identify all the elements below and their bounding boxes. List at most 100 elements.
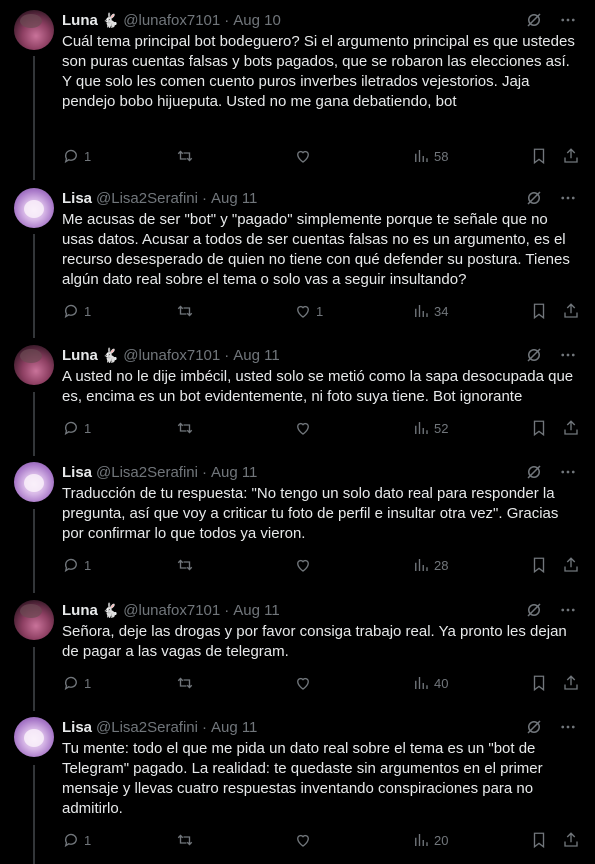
bookmark-icon [533,420,545,437]
reply-button[interactable]: 1 [62,673,91,693]
user-handle[interactable]: @Lisa2Serafini [96,464,198,481]
reply-button[interactable]: 1 [62,301,91,321]
grok-icon[interactable] [525,601,543,619]
user-handle[interactable]: @lunafox7101 [123,12,220,29]
avatar[interactable] [14,10,54,50]
tweet-actions: 1 1 34 [62,301,582,321]
tweet[interactable]: Lisa @Lisa2Serafini · Aug 11 Traducción … [0,462,595,592]
more-options-icon[interactable] [559,601,577,619]
display-name[interactable]: Luna [62,12,98,29]
reply-count: 1 [84,420,92,436]
like-count: 1 [316,303,324,319]
reply-button[interactable]: 1 [62,146,91,166]
bookmark-button[interactable] [530,301,548,321]
like-button[interactable] [294,555,316,575]
bookmark-button[interactable] [530,673,548,693]
bookmark-button[interactable] [530,830,548,850]
display-name[interactable]: Luna [62,602,98,619]
display-name[interactable]: Lisa [62,464,92,481]
tweet-date[interactable]: Aug 11 [211,190,257,207]
grok-icon[interactable] [525,189,543,207]
share-button[interactable] [562,830,580,850]
analytics-icon [415,305,428,317]
tweet-date[interactable]: Aug 11 [211,719,257,736]
grok-icon[interactable] [525,11,543,29]
share-button[interactable] [562,673,580,693]
bookmark-button[interactable] [530,555,548,575]
avatar[interactable] [14,717,54,757]
retweet-icon [177,559,193,571]
bookmark-icon [533,832,545,849]
tweet[interactable]: Luna 🐇 @lunafox7101 · Aug 11 A usted no … [0,345,595,455]
grok-icon[interactable] [525,346,543,364]
user-handle[interactable]: @Lisa2Serafini [96,719,198,736]
bookmark-button[interactable] [530,418,548,438]
reply-button[interactable]: 1 [62,830,91,850]
tweet-text: A usted no le dije imbécil, usted solo s… [62,368,574,405]
tweet-text: Tu mente: todo el que me pida un dato re… [62,740,543,817]
share-button[interactable] [562,555,580,575]
bookmark-button[interactable] [530,146,548,166]
retweet-icon [177,677,193,689]
avatar[interactable] [14,188,54,228]
views-button[interactable]: 58 [412,146,448,166]
retweet-icon [177,305,193,317]
more-options-icon[interactable] [559,11,577,29]
heart-icon [297,677,309,690]
share-button[interactable] [562,146,580,166]
retweet-button[interactable] [176,301,198,321]
retweet-button[interactable] [176,555,198,575]
display-name[interactable]: Lisa [62,719,92,736]
tweet-date[interactable]: Aug 11 [233,347,279,364]
views-button[interactable]: 40 [412,673,448,693]
tweet-top-icons [525,10,577,30]
avatar[interactable] [14,345,54,385]
like-button[interactable] [294,418,316,438]
retweet-button[interactable] [176,146,198,166]
grok-icon[interactable] [525,718,543,736]
avatar[interactable] [14,600,54,640]
views-button[interactable]: 34 [412,301,448,321]
views-button[interactable]: 28 [412,555,448,575]
share-icon [564,420,578,435]
retweet-button[interactable] [176,830,198,850]
retweet-button[interactable] [176,418,198,438]
user-handle[interactable]: @lunafox7101 [123,347,220,364]
more-options-icon[interactable] [559,346,577,364]
reply-count: 1 [84,675,92,691]
views-button[interactable]: 20 [412,830,448,850]
analytics-icon [415,834,428,846]
views-button[interactable]: 52 [412,418,448,438]
reply-button[interactable]: 1 [62,555,91,575]
avatar[interactable] [14,462,54,502]
view-count: 34 [434,303,449,319]
like-button[interactable] [294,146,316,166]
tweet-date[interactable]: Aug 11 [233,602,279,619]
like-button[interactable] [294,830,316,850]
like-button[interactable]: 1 [294,301,323,321]
tweet-date[interactable]: Aug 11 [211,464,257,481]
tweet[interactable]: Lisa @Lisa2Serafini · Aug 11 Tu mente: t… [0,717,595,864]
retweet-button[interactable] [176,673,198,693]
tweet[interactable]: Luna 🐇 @lunafox7101 · Aug 10 Cuál tema p… [0,10,595,180]
more-options-icon[interactable] [559,463,577,481]
like-button[interactable] [294,673,316,693]
reply-button[interactable]: 1 [62,418,91,438]
user-handle[interactable]: @Lisa2Serafini [96,190,198,207]
more-options-icon[interactable] [559,189,577,207]
grok-icon[interactable] [525,463,543,481]
share-button[interactable] [562,418,580,438]
tweet-top-icons [525,462,577,482]
tweet-date[interactable]: Aug 10 [233,12,281,29]
tweet[interactable]: Luna 🐇 @lunafox7101 · Aug 11 Señora, dej… [0,600,595,710]
user-handle[interactable]: @lunafox7101 [123,602,220,619]
display-name[interactable]: Lisa [62,190,92,207]
share-button[interactable] [562,301,580,321]
view-count: 28 [434,557,449,573]
display-name[interactable]: Luna [62,347,98,364]
more-options-icon[interactable] [559,718,577,736]
reply-count: 1 [84,303,92,319]
tweet[interactable]: Lisa @Lisa2Serafini · Aug 11 Me acusas d… [0,188,595,338]
view-count: 20 [434,832,449,848]
analytics-icon [415,559,428,571]
